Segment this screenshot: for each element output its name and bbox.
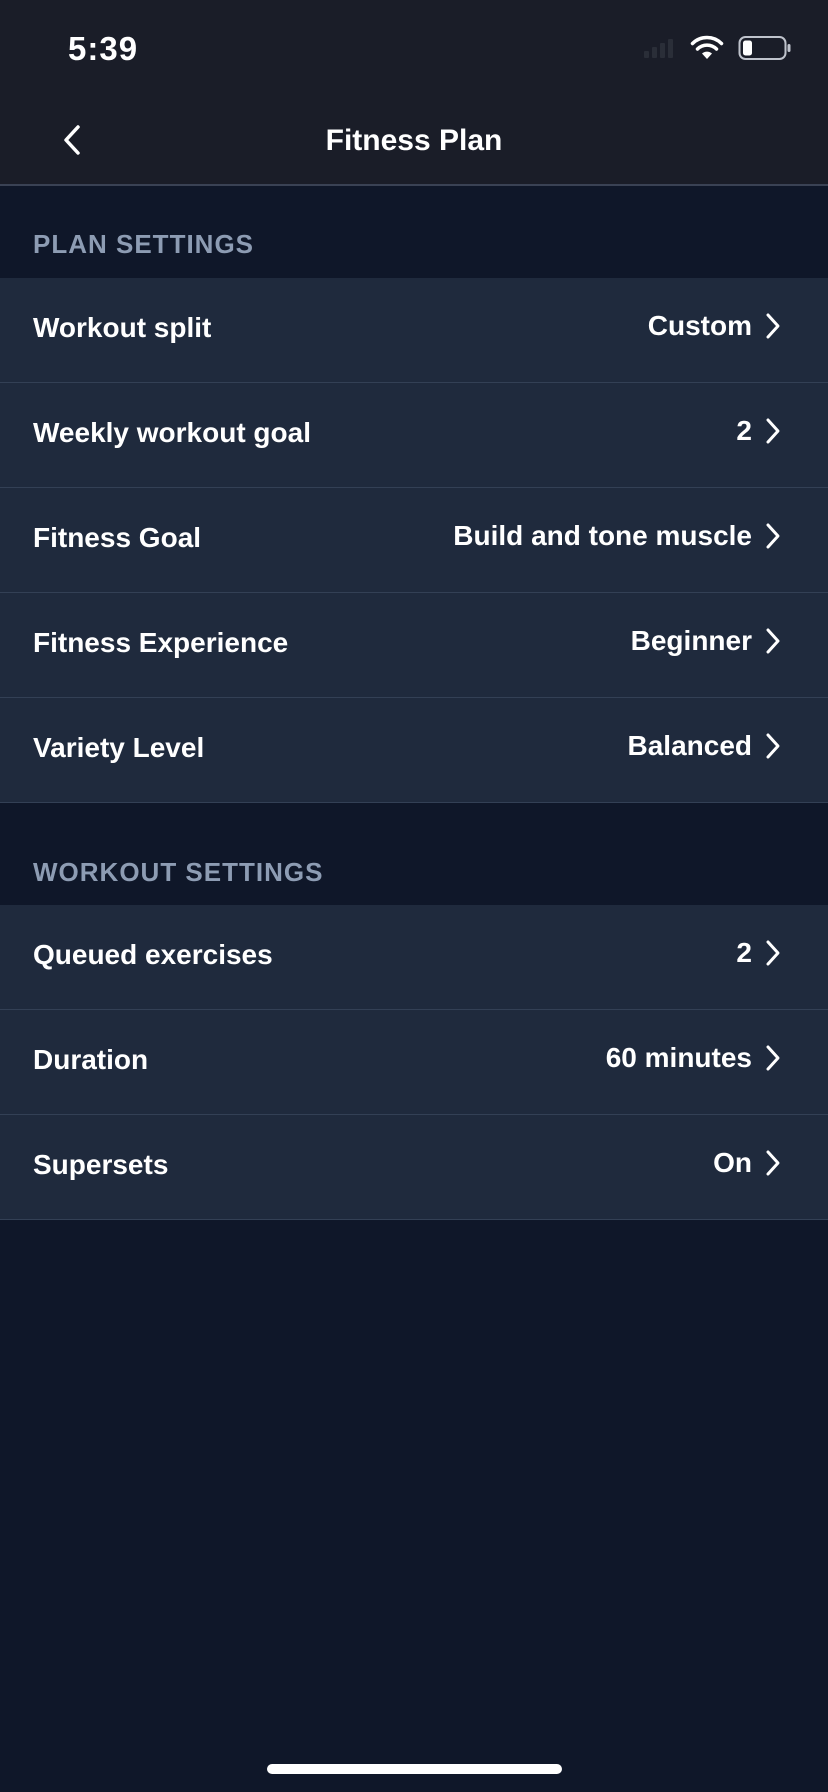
row-weekly-workout-goal[interactable]: Weekly workout goal 2: [0, 383, 828, 488]
row-value-group: 60 minutes: [606, 1040, 784, 1076]
chevron-right-icon: [762, 935, 784, 971]
wifi-icon: [690, 35, 724, 66]
row-value-group: On: [713, 1145, 784, 1181]
row-value: 2: [736, 415, 752, 446]
status-bar: 5:39: [0, 0, 828, 100]
section-header-workout-settings: WORKOUT SETTINGS: [0, 803, 828, 905]
status-time: 5:39: [68, 30, 139, 67]
chevron-right-icon: [762, 728, 784, 764]
row-value: Balanced: [627, 730, 753, 761]
section-header-label: PLAN SETTINGS: [33, 229, 255, 259]
chevron-right-icon: [762, 623, 784, 659]
row-label: Supersets: [33, 1149, 169, 1180]
section-header-label: WORKOUT SETTINGS: [33, 857, 324, 887]
row-value-group: Build and tone muscle: [453, 518, 784, 554]
row-label: Weekly workout goal: [33, 417, 311, 448]
row-workout-split[interactable]: Workout split Custom: [0, 278, 828, 383]
row-value-group: 2: [736, 413, 784, 449]
home-indicator[interactable]: [267, 1764, 562, 1774]
status-icons: [642, 35, 792, 66]
row-fitness-experience[interactable]: Fitness Experience Beginner: [0, 593, 828, 698]
row-label: Duration: [33, 1044, 149, 1075]
nav-bar: Fitness Plan: [0, 100, 828, 186]
chevron-right-icon: [762, 518, 784, 554]
row-value: Build and tone muscle: [453, 520, 752, 551]
chevron-right-icon: [762, 1145, 784, 1181]
row-value: Custom: [647, 310, 752, 341]
row-label: Queued exercises: [33, 939, 273, 970]
row-value: On: [713, 1147, 752, 1178]
row-fitness-goal[interactable]: Fitness Goal Build and tone muscle: [0, 488, 828, 593]
row-value-group: Beginner: [631, 623, 784, 659]
settings-list: PLAN SETTINGS Workout split Custom Weekl…: [0, 186, 828, 1220]
row-value-group: 2: [736, 935, 784, 971]
row-variety-level[interactable]: Variety Level Balanced: [0, 698, 828, 803]
row-label: Fitness Goal: [33, 522, 202, 553]
chevron-right-icon: [762, 1040, 784, 1076]
row-supersets[interactable]: Supersets On: [0, 1115, 828, 1220]
row-label: Fitness Experience: [33, 627, 289, 658]
page-title: Fitness Plan: [325, 124, 503, 157]
section-header-plan-settings: PLAN SETTINGS: [0, 186, 828, 278]
row-value: 60 minutes: [605, 1042, 752, 1073]
row-duration[interactable]: Duration 60 minutes: [0, 1010, 828, 1115]
chevron-right-icon: [762, 413, 784, 449]
row-value-group: Balanced: [628, 728, 785, 764]
chevron-right-icon: [762, 308, 784, 344]
row-label: Workout split: [33, 312, 212, 343]
battery-icon: [738, 35, 792, 66]
screen: 5:39 Fitness Plan PLAN SETTINGS Workout …: [0, 0, 828, 1792]
row-queued-exercises[interactable]: Queued exercises 2: [0, 905, 828, 1010]
row-label: Variety Level: [33, 732, 205, 763]
row-value: Beginner: [630, 625, 752, 656]
cellular-signal-icon: [642, 37, 676, 64]
row-value: 2: [736, 937, 752, 968]
row-value-group: Custom: [648, 308, 784, 344]
